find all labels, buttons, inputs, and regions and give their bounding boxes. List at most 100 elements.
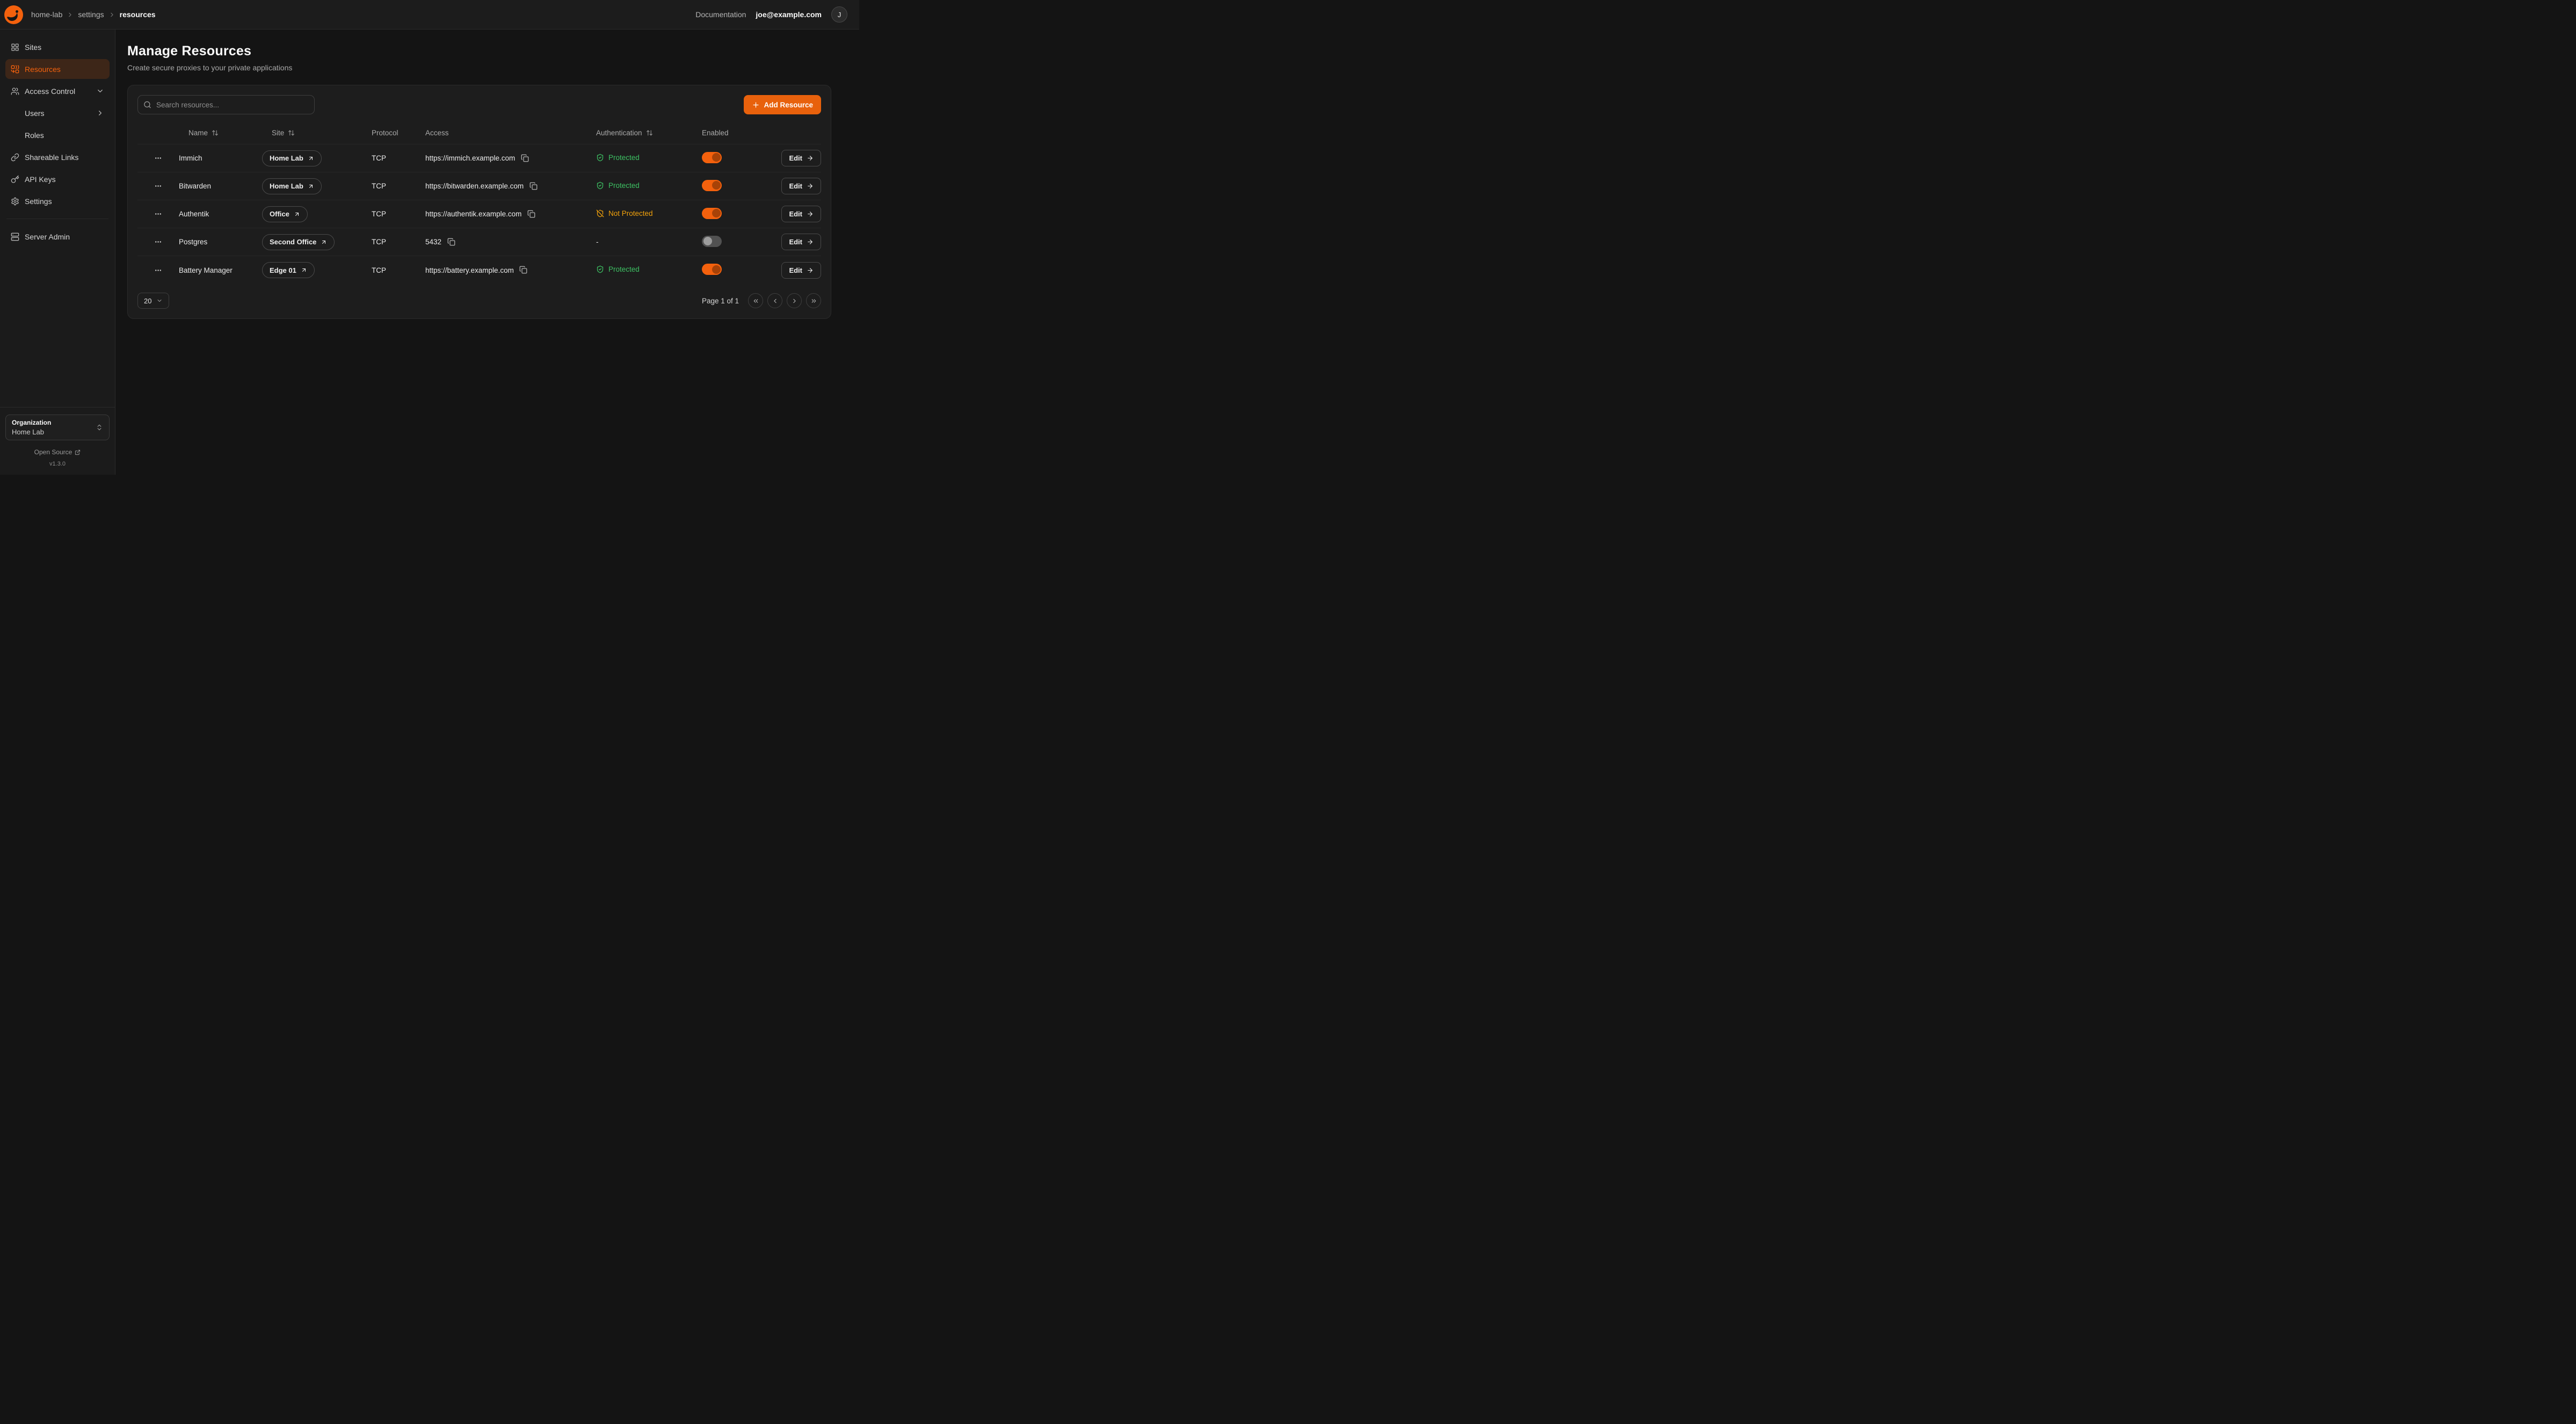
copy-icon[interactable] [529,182,538,191]
enabled-toggle[interactable] [702,180,722,191]
shield-check-icon [596,181,604,190]
column-header-protocol: Protocol [372,129,398,137]
open-source-link[interactable]: Open Source [5,448,110,456]
chevrons-right-icon [810,297,817,304]
organization-selector[interactable]: Organization Home Lab [5,415,110,440]
add-resource-button[interactable]: Add Resource [744,95,821,114]
site-name: Home Lab [270,182,303,190]
chevron-down-icon [96,87,104,95]
row-actions-button[interactable] [151,151,166,166]
documentation-link[interactable]: Documentation [695,10,746,19]
avatar[interactable]: J [831,6,847,23]
enabled-toggle[interactable] [702,236,722,247]
edit-button[interactable]: Edit [781,178,821,194]
sidebar-item-label: Resources [25,65,61,74]
copy-icon[interactable] [527,210,535,219]
sidebar-item-api-keys[interactable]: API Keys [5,169,110,189]
shield-check-icon [596,154,604,162]
column-header-access: Access [425,129,449,137]
copy-icon[interactable] [519,266,528,274]
breadcrumb-settings[interactable]: settings [78,10,104,19]
sidebar-item-roles[interactable]: Roles [5,125,110,145]
sidebar: Sites Resources Access Control Users [0,30,115,475]
enabled-toggle[interactable] [702,152,722,163]
resource-name: Authentik [179,210,262,218]
search-input[interactable] [137,95,315,114]
arrow-up-right-icon [308,183,314,190]
resource-name: Battery Manager [179,266,262,274]
row-actions-button[interactable] [151,263,166,278]
shield-check-icon [596,265,604,273]
ellipsis-icon [154,237,163,246]
sort-icon[interactable] [212,129,219,136]
next-page-button[interactable] [787,293,802,308]
chevron-right-icon [791,297,798,304]
resource-name: Immich [179,154,262,162]
site-link-button[interactable]: Office [262,206,308,222]
app-logo-icon[interactable] [4,5,23,24]
site-link-button[interactable]: Second Office [262,234,335,250]
auth-status-badge: Protected [596,154,640,162]
ellipsis-icon [154,154,163,163]
app: home-lab settings resources Documentatio… [0,0,859,475]
arrow-right-icon [807,155,814,162]
key-icon [11,175,19,184]
chevrons-left-icon [752,297,759,304]
organization-label: Organization [12,419,51,426]
row-actions-button[interactable] [151,179,166,194]
resources-combine-icon [11,65,19,74]
auth-status-label: - [596,238,599,246]
plus-icon [752,101,760,109]
copy-icon[interactable] [520,154,529,163]
arrow-up-right-icon [321,239,327,245]
auth-status-label: Not Protected [608,209,653,217]
site-name: Second Office [270,238,316,246]
prev-page-button[interactable] [767,293,782,308]
site-link-button[interactable]: Home Lab [262,150,322,166]
resource-access: https://immich.example.com [425,154,515,162]
page-size-select[interactable]: 20 [137,293,169,309]
site-name: Office [270,210,289,218]
site-link-button[interactable]: Edge 01 [262,262,315,278]
edit-button[interactable]: Edit [781,234,821,250]
edit-button[interactable]: Edit [781,262,821,279]
arrow-right-icon [807,210,814,217]
arrow-right-icon [807,267,814,274]
row-actions-button[interactable] [151,207,166,222]
edit-button[interactable]: Edit [781,206,821,222]
first-page-button[interactable] [748,293,763,308]
sidebar-item-sites[interactable]: Sites [5,37,110,57]
sidebar-item-server-admin[interactable]: Server Admin [5,227,110,246]
sidebar-item-label: Shareable Links [25,153,78,162]
sidebar-item-resources[interactable]: Resources [5,59,110,79]
column-header-name: Name [188,129,208,137]
copy-icon[interactable] [447,238,455,246]
table-row: Bitwarden Home Lab TCP https://bitwarden… [137,172,821,200]
gear-icon [11,197,19,206]
sort-icon[interactable] [646,129,653,136]
sidebar-item-label: Sites [25,43,41,52]
sidebar-item-settings[interactable]: Settings [5,191,110,211]
users-icon [11,87,19,96]
ellipsis-icon [154,209,163,219]
sort-icon[interactable] [288,129,295,136]
resource-protocol: TCP [372,154,425,162]
sidebar-item-label: API Keys [25,175,56,184]
user-email[interactable]: joe@example.com [756,10,822,19]
row-actions-button[interactable] [151,235,166,250]
enabled-toggle[interactable] [702,208,722,219]
sidebar-nav: Sites Resources Access Control Users [5,37,110,407]
search-icon [143,101,151,109]
last-page-button[interactable] [806,293,821,308]
column-header-site: Site [272,129,284,137]
column-header-enabled: Enabled [702,129,729,137]
enabled-toggle[interactable] [702,264,722,275]
external-link-icon [75,449,81,455]
sidebar-item-access-control[interactable]: Access Control [5,81,110,101]
sidebar-item-shareable-links[interactable]: Shareable Links [5,147,110,167]
site-link-button[interactable]: Home Lab [262,178,322,194]
edit-button[interactable]: Edit [781,150,821,166]
breadcrumb-home-lab[interactable]: home-lab [31,10,62,19]
sidebar-item-users[interactable]: Users [5,103,110,123]
breadcrumb-resources[interactable]: resources [120,10,156,19]
